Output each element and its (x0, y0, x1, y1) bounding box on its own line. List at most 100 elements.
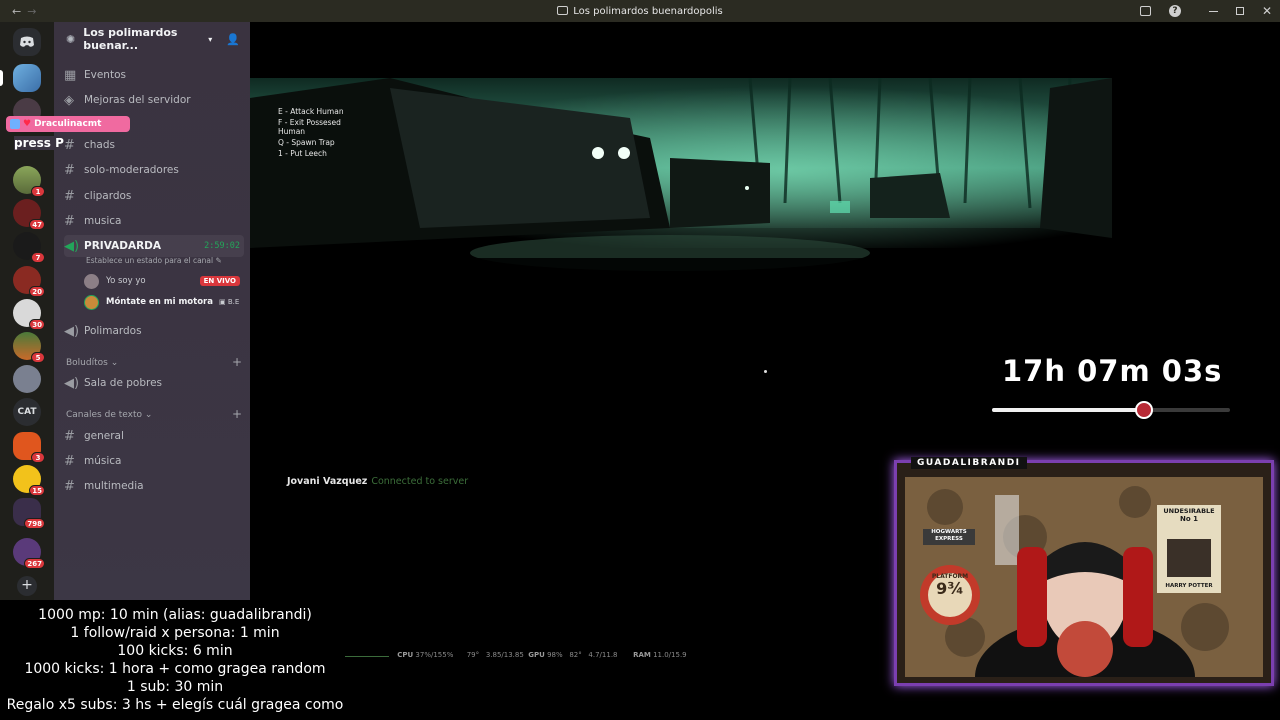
sidebar-item-sala-de-pobres[interactable]: ◀) Sala de pobres (64, 372, 244, 394)
category-name: Boludítos (66, 358, 108, 368)
cpu-temp: 79° (466, 651, 480, 659)
game-scene-image (250, 78, 1112, 328)
sidebar-item-clipardos[interactable]: # clipardos (64, 185, 244, 207)
server-name: Los polimardos buenar... (83, 26, 178, 52)
server-icon-6[interactable]: 20 (13, 266, 45, 297)
discord-home-icon[interactable] (13, 28, 41, 56)
add-channel-icon[interactable]: + (232, 408, 242, 420)
close-icon[interactable]: ✕ (1262, 4, 1272, 18)
live-badge: EN VIVO (199, 276, 240, 286)
server-icon-4[interactable]: 47 (13, 199, 45, 230)
sidebar-item-solo-moderadores[interactable]: # solo-moderadores (64, 159, 244, 181)
ram-value: 11.0/15.9 (653, 651, 687, 659)
hint-line: E - Attack Human (278, 107, 344, 116)
vram-value: 4.7/11.8 (588, 651, 618, 659)
add-server-icon[interactable]: + (17, 576, 37, 596)
unread-badge: 3 (31, 452, 45, 463)
chevron-down-icon: ▾ (208, 34, 213, 44)
app-window-icon (557, 5, 569, 15)
overlay-press-text: press P (14, 136, 64, 150)
timer-avatar-marker (1135, 401, 1154, 419)
server-folder[interactable]: 798 (13, 498, 45, 529)
clan-tag: ▣ B.E (218, 298, 240, 306)
sidebar-item-label: Eventos (84, 69, 126, 81)
gpu-value: 98% (547, 651, 563, 659)
connected-status-text: Connected to server (371, 476, 469, 487)
gpu-label: GPU (528, 651, 545, 659)
server-icon-12[interactable]: 267 (13, 538, 45, 569)
server-icon-5[interactable]: 7 (13, 232, 45, 263)
sidebar-item-polimardos[interactable]: ◀) Polimardos (64, 320, 244, 342)
sidebar-item-label: multimedia (84, 480, 144, 492)
speaker-icon: ◀) (64, 238, 80, 254)
back-arrow-icon[interactable]: ← (12, 5, 21, 18)
server-icon-polimardos[interactable] (13, 64, 41, 92)
hint-line: 1 - Put Leech (278, 149, 327, 158)
gpu-temp: 82° (569, 651, 582, 659)
rule-line: 1000 kicks: 1 hora + como gragea random (24, 661, 326, 677)
add-channel-icon[interactable]: + (232, 356, 242, 368)
connected-user-name: Jovani Vazquez (287, 476, 368, 487)
cpu-value: 37%/155% (415, 651, 454, 659)
sidebar-item-general[interactable]: # general (64, 425, 244, 447)
rule-line: Regalo x5 subs: 3 hs + elegís cuál grage… (6, 697, 344, 713)
help-icon[interactable]: ? (1168, 5, 1181, 17)
sidebar-item-musica-2[interactable]: # música (64, 450, 244, 472)
category-boluditos[interactable]: Boludítos ⌄ + (66, 356, 242, 368)
hint-line: Q - Spawn Trap (278, 138, 335, 147)
voice-status-text[interactable]: Establece un estado para el canal ✎ (86, 256, 222, 265)
server-icon-9[interactable] (13, 365, 41, 393)
voice-status-label: Establece un estado para el canal (86, 256, 214, 265)
sidebar-item-label: chads (84, 139, 115, 151)
server-icon-10[interactable]: 3 (13, 432, 45, 463)
category-canales-de-texto[interactable]: Canales de texto ⌄ + (66, 408, 242, 420)
unread-badge: 7 (31, 252, 45, 263)
ram-label: RAM (633, 651, 651, 659)
title-bar: ← → Los polimardos buenardopolis ? ✕ (0, 0, 1280, 22)
unread-badge: 15 (29, 485, 45, 496)
sidebar-item-mejoras[interactable]: ◈ Mejoras del servidor (64, 89, 244, 111)
server-icon-8[interactable]: 5 (13, 332, 45, 363)
timer-progress-fill (992, 408, 1145, 412)
sidebar-item-chads[interactable]: # chads (64, 134, 244, 156)
nav-buttons: ← → (12, 5, 40, 18)
webcam-name-label: GUADALIBRANDI (911, 457, 1027, 469)
server-settings-icon: ✺ (66, 32, 76, 46)
sidebar-item-label: clipardos (84, 190, 132, 202)
window-title-text: Los polimardos buenardopolis (573, 5, 723, 17)
sidebar-item-label: general (84, 430, 124, 442)
server-rail: 1 47 7 20 30 5 CAT 3 15 798 267 + (0, 22, 54, 600)
inbox-icon[interactable] (1139, 6, 1151, 16)
game-view[interactable]: E - Attack Human F - Exit Possesed Human… (250, 22, 1280, 720)
sidebar-item-eventos[interactable]: ▦ Eventos (64, 64, 244, 86)
unread-badge: 5 (31, 352, 45, 363)
forward-arrow-icon[interactable]: → (27, 5, 36, 18)
cpu-label: CPU (397, 651, 414, 659)
wanted-poster: UNDESIRABLE No 1 HARRY POTTER (1157, 507, 1221, 589)
connection-message: Jovani Vazquez Connected to server (287, 476, 468, 487)
maximize-icon[interactable] (1235, 7, 1244, 15)
server-icon-cat[interactable]: CAT (13, 398, 41, 426)
voice-user-name: Móntate en mi motora (106, 297, 213, 307)
unread-badge: 267 (24, 558, 45, 569)
voice-channel-privadarda[interactable]: ◀) PRIVADARDA 2:59:02 (64, 235, 244, 257)
minimize-icon[interactable] (1208, 10, 1218, 12)
voice-user-name: Yo soy yo (106, 276, 146, 286)
rule-line: 1000 mp: 10 min (alias: guadalibrandi) (38, 607, 312, 623)
server-icon-3[interactable]: 1 (13, 166, 45, 197)
speaker-icon: ◀) (64, 375, 80, 391)
poster-name: HARRY POTTER (1165, 583, 1213, 589)
voice-user-row[interactable]: Yo soy yo EN VIVO (84, 272, 240, 290)
voice-channel-name: PRIVADARDA (84, 240, 161, 252)
server-icon-7[interactable]: 30 (13, 299, 45, 330)
invite-user-icon[interactable]: 👤 (226, 33, 240, 46)
timer-progress-bar (992, 401, 1230, 419)
server-header[interactable]: ✺ Los polimardos buenar... ▾ 👤 (54, 22, 250, 56)
server-icon-11[interactable]: 15 (13, 465, 45, 496)
hogwarts-sign: HOGWARTS EXPRESS (931, 529, 967, 542)
voice-user-row[interactable]: Móntate en mi motora ▣ B.E (84, 293, 240, 311)
controls-hint-panel: E - Attack Human F - Exit Possesed Human… (278, 106, 344, 159)
sidebar-item-musica[interactable]: # musica (64, 210, 244, 232)
sidebar-item-multimedia[interactable]: # multimedia (64, 475, 244, 497)
cpu-clock: 3.85/13.85 (485, 651, 524, 659)
